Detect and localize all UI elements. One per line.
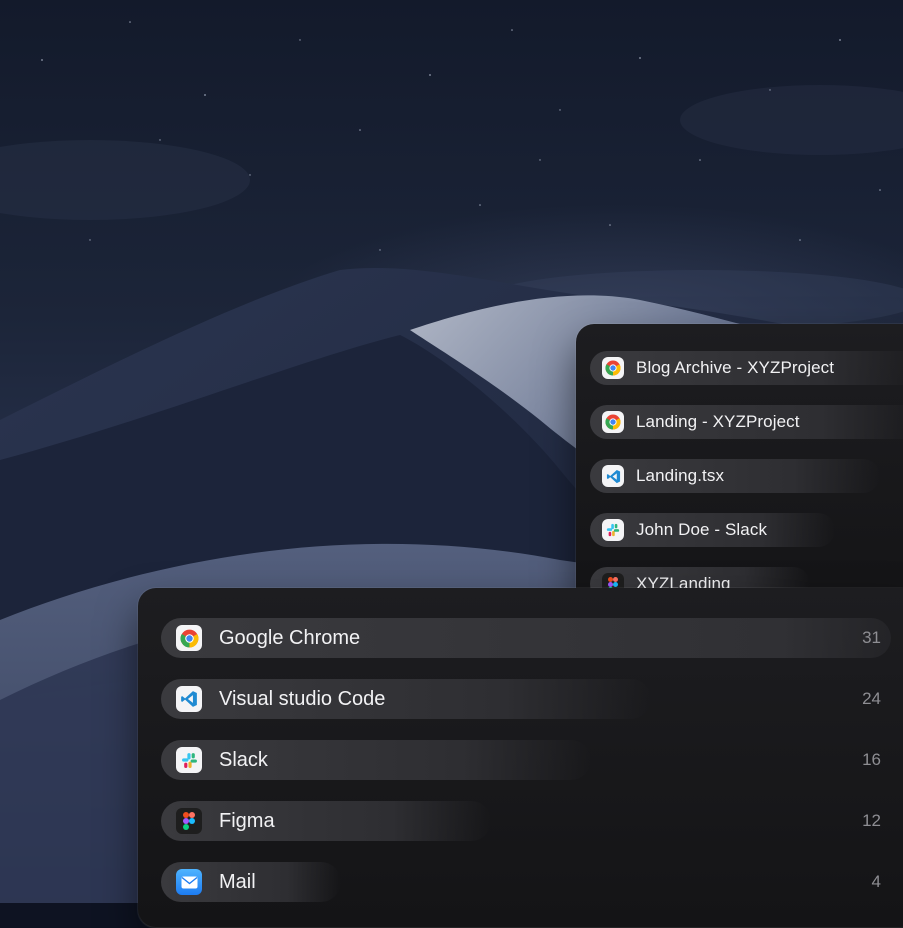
app-item-label: Mail (219, 870, 256, 893)
app-item[interactable]: Visual studio Code 24 (161, 679, 891, 719)
window-item[interactable]: Landing - XYZProject (590, 405, 903, 439)
window-item-label: Blog Archive - XYZProject (636, 358, 835, 377)
chrome-icon (176, 625, 202, 651)
chrome-icon (602, 411, 624, 433)
window-item-label: Landing.tsx (636, 466, 725, 485)
app-item-label: Visual studio Code (219, 687, 386, 710)
app-usage-panel: Google Chrome 31 Visual studio Code 24 S… (138, 588, 903, 928)
app-usage-count: 24 (862, 689, 881, 708)
app-item[interactable]: Google Chrome 31 (161, 618, 891, 658)
figma-icon (176, 808, 202, 834)
window-item-label: Landing - XYZProject (636, 412, 800, 431)
app-usage-count: 31 (862, 628, 881, 647)
window-item[interactable]: Landing.tsx (590, 459, 903, 493)
vscode-icon (176, 686, 202, 712)
window-item[interactable]: Blog Archive - XYZProject (590, 351, 903, 385)
app-item[interactable]: Mail 4 (161, 862, 891, 902)
app-item[interactable]: Slack 16 (161, 740, 891, 780)
chrome-icon (602, 357, 624, 379)
slack-icon (602, 519, 624, 541)
app-item-label: Slack (219, 748, 268, 771)
app-usage-count: 4 (871, 872, 881, 891)
slack-icon (176, 747, 202, 773)
window-item-label: John Doe - Slack (636, 520, 768, 539)
vscode-icon (602, 465, 624, 487)
window-item[interactable]: John Doe - Slack (590, 513, 903, 547)
mail-icon (176, 869, 202, 895)
app-item-label: Google Chrome (219, 626, 361, 649)
window-switcher-panel: Blog Archive - XYZProject Landing - XYZP… (576, 324, 903, 614)
app-item[interactable]: Figma 12 (161, 801, 891, 841)
app-usage-count: 12 (862, 811, 881, 830)
app-usage-count: 16 (862, 750, 881, 769)
app-item-label: Figma (219, 809, 275, 832)
